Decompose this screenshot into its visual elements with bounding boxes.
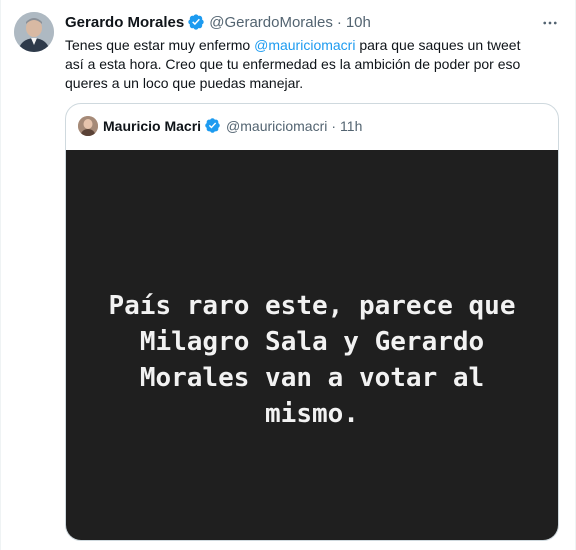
more-horizontal-icon (543, 21, 557, 25)
quoted-tweet[interactable]: Mauricio Macri @mauriciomacri · 11h País… (65, 103, 559, 541)
quoted-media-text: País raro este, parece que Milagro Sala … (108, 291, 516, 429)
tweet-text: Tenes que estar muy enfermo @mauriciomac… (65, 36, 555, 93)
verified-badge-icon (204, 117, 222, 135)
separator-dot: · (336, 13, 342, 31)
quoted-author-avatar (78, 116, 98, 136)
separator-dot: · (331, 118, 337, 134)
quoted-author-handle: @mauriciomacri (226, 118, 328, 134)
tweet-card: Gerardo Morales @GerardoMorales · 10h Te… (0, 0, 576, 550)
quoted-media-image[interactable]: País raro este, parece que Milagro Sala … (66, 150, 558, 540)
mention-link[interactable]: @mauriciomacri (254, 37, 355, 53)
quoted-tweet-header: Mauricio Macri @mauriciomacri · 11h (78, 116, 362, 136)
tweet-header: Gerardo Morales @GerardoMorales · 10h (65, 12, 371, 32)
tweet-timestamp[interactable]: 10h (346, 14, 371, 31)
author-handle[interactable]: @GerardoMorales (209, 14, 333, 31)
tweet-text-start: Tenes que estar muy enfermo (65, 37, 255, 53)
verified-badge-icon (187, 13, 205, 31)
author-avatar[interactable] (14, 12, 54, 52)
author-name[interactable]: Gerardo Morales (65, 14, 184, 31)
more-options-button[interactable] (539, 12, 561, 34)
quoted-timestamp: 11h (340, 118, 363, 134)
quoted-author-name: Mauricio Macri (103, 118, 202, 134)
